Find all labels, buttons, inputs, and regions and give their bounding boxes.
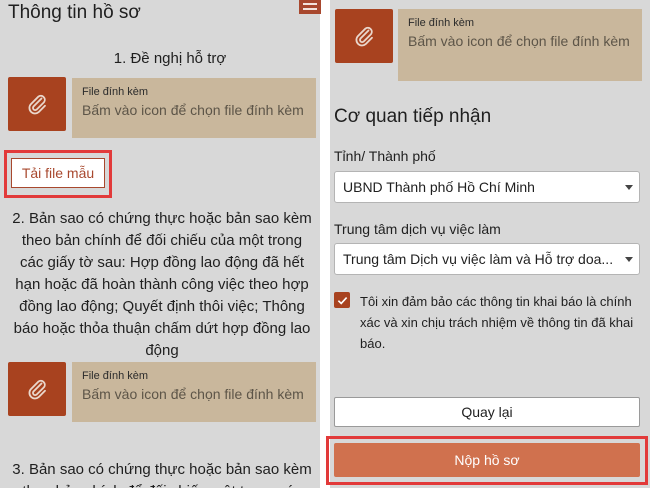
employment-center-select[interactable]: Trung tâm Dịch vụ việc làm và Hỗ trợ doa… — [334, 243, 640, 275]
attach-file-button[interactable] — [8, 77, 66, 131]
back-button[interactable]: Quay lại — [334, 397, 640, 427]
attachment-hint: Bấm vào icon để chọn file đính kèm — [82, 386, 304, 402]
agree-statement: Tôi xin đảm bảo các thông tin khai báo l… — [360, 294, 634, 351]
attach-file-button[interactable] — [335, 9, 393, 63]
attachment-hint: Bấm vào icon để chọn file đính kèm — [82, 102, 304, 118]
chevron-down-icon — [625, 257, 633, 262]
attachment-hint: Bấm vào icon để chọn file đính kèm — [408, 33, 630, 49]
province-select[interactable]: UBND Thành phố Hồ Chí Minh — [334, 171, 640, 203]
section-heading-3: 3. Bản sao có chứng thực hoặc bản sao kè… — [12, 461, 312, 488]
checkmark-icon — [337, 296, 347, 305]
agency-section-title: Cơ quan tiếp nhận — [334, 106, 492, 127]
attachment-box[interactable]: File đính kèm Bấm vào icon để chọn file … — [72, 362, 316, 422]
section-heading-2: 2. Bản sao có chứng thực hoặc bản sao kè… — [12, 210, 312, 359]
agree-checkbox[interactable] — [334, 292, 350, 308]
attachment-label: File đính kèm — [82, 370, 149, 382]
page-title: Thông tin hồ sơ — [8, 2, 141, 23]
chevron-down-icon — [625, 185, 633, 190]
paperclip-icon — [28, 379, 46, 400]
hamburger-menu-icon[interactable] — [299, 0, 321, 14]
attachment-label: File đính kèm — [82, 86, 149, 98]
attachment-box[interactable]: File đính kèm Bấm vào icon để chọn file … — [72, 78, 316, 138]
employment-center-select-value: Trung tâm Dịch vụ việc làm và Hỗ trợ doa… — [343, 251, 614, 267]
submit-button[interactable]: Nộp hồ sơ — [334, 443, 640, 477]
province-select-value: UBND Thành phố Hồ Chí Minh — [343, 179, 535, 195]
attachment-box[interactable]: File đính kèm Bấm vào icon để chọn file … — [398, 9, 642, 81]
section-heading-1: 1. Đề nghị hỗ trợ — [113, 50, 227, 67]
attach-file-button[interactable] — [8, 362, 66, 416]
attachment-label: File đính kèm — [408, 17, 475, 29]
paperclip-icon — [28, 94, 46, 115]
download-template-button[interactable]: Tải file mẫu — [11, 158, 105, 188]
province-label: Tỉnh/ Thành phố — [334, 148, 436, 164]
paperclip-icon — [355, 26, 373, 47]
employment-center-label: Trung tâm dịch vụ việc làm — [334, 221, 501, 237]
